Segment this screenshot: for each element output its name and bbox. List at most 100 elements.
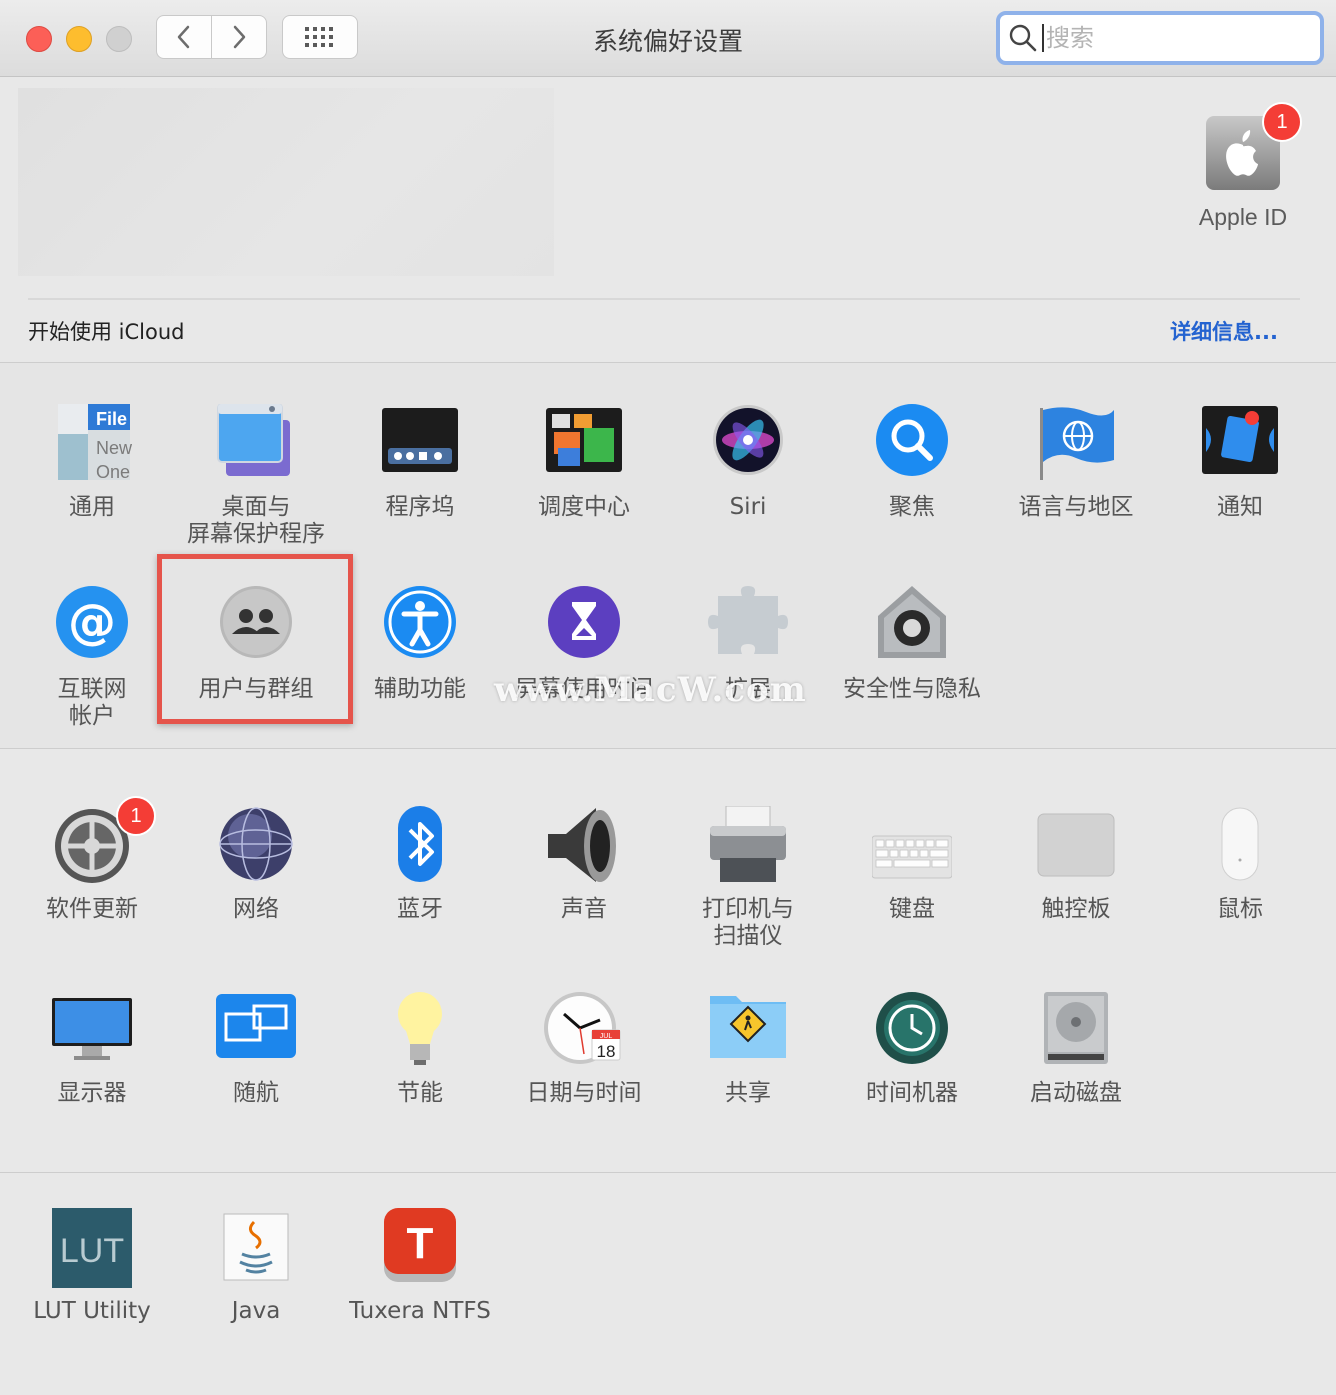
sound-icon — [544, 806, 624, 886]
pane-label: 时间机器 — [866, 1080, 958, 1106]
apple-logo-icon: 1 — [1206, 102, 1302, 190]
account-info-blurred — [18, 88, 554, 276]
apple-id-badge: 1 — [1262, 102, 1302, 142]
pane-mission-control[interactable]: 调度中心 — [502, 404, 666, 521]
pane-network[interactable]: 网络 — [174, 806, 338, 923]
pane-siri[interactable]: Siri — [666, 404, 830, 521]
svg-text:New: New — [96, 438, 132, 458]
pane-label: 软件更新 — [46, 896, 138, 922]
pane-general[interactable]: File New One 通用 — [10, 404, 174, 521]
pane-java[interactable]: Java — [174, 1208, 338, 1325]
pane-label: Tuxera NTFS — [349, 1298, 491, 1324]
date-time-icon: JUL 18 — [544, 990, 624, 1070]
pane-bluetooth[interactable]: 蓝牙 — [338, 806, 502, 923]
internet-accounts-icon: @ — [52, 586, 132, 666]
pane-label: 节能 — [397, 1080, 443, 1106]
pane-label: Java — [231, 1298, 281, 1324]
pane-label: 日期与时间 — [526, 1080, 642, 1106]
lut-utility-icon: LUT — [52, 1208, 132, 1288]
tuxera-ntfs-icon: T — [380, 1208, 460, 1288]
pane-keyboard[interactable]: 键盘 — [830, 806, 994, 923]
pane-label: Siri — [729, 494, 767, 520]
pane-label: 语言与地区 — [1018, 494, 1134, 520]
spotlight-icon — [872, 404, 952, 484]
bluetooth-icon — [380, 806, 460, 886]
pane-accessibility[interactable]: 辅助功能 — [338, 586, 502, 703]
minimize-button[interactable] — [66, 26, 92, 52]
pane-internet-accounts[interactable]: @ 互联网 帐户 — [10, 586, 174, 730]
siri-icon — [708, 404, 788, 484]
pane-spotlight[interactable]: 聚焦 — [830, 404, 994, 521]
general-icon: File New One — [52, 404, 133, 484]
displays-icon — [52, 990, 132, 1070]
details-link[interactable]: 详细信息... — [1170, 316, 1278, 346]
show-all-button[interactable] — [282, 15, 358, 59]
back-button[interactable] — [156, 15, 212, 59]
svg-text:One: One — [96, 462, 130, 482]
pane-label: 蓝牙 — [397, 896, 443, 922]
pane-printers-scanners[interactable]: 打印机与 扫描仪 — [666, 805, 830, 950]
pane-label: 声音 — [561, 896, 607, 922]
pane-dock[interactable]: 程序坞 — [338, 404, 502, 521]
pane-label: 程序坞 — [385, 494, 455, 520]
icloud-prompt: 开始使用 iCloud — [28, 320, 185, 344]
dock-icon — [380, 404, 460, 484]
pane-label: 调度中心 — [538, 494, 630, 520]
pane-label: 打印机与 扫描仪 — [702, 896, 794, 949]
pane-label: 互联网 帐户 — [57, 676, 127, 729]
language-region-icon — [1036, 404, 1116, 484]
pane-label: 安全性与隐私 — [843, 676, 981, 702]
pane-label: 显示器 — [57, 1080, 127, 1106]
java-icon — [216, 1208, 296, 1288]
close-button[interactable] — [26, 26, 52, 52]
pane-energy-saver[interactable]: 节能 — [338, 990, 502, 1107]
printers-scanners-icon — [708, 805, 788, 886]
pane-label: 随航 — [233, 1080, 279, 1106]
pane-label: 触控板 — [1041, 896, 1111, 922]
pane-date-time[interactable]: JUL 18 日期与时间 — [502, 990, 666, 1107]
search-input[interactable] — [1044, 24, 1306, 52]
pane-software-update[interactable]: 1 软件更新 — [10, 796, 174, 923]
pane-label: 辅助功能 — [374, 676, 466, 702]
title-bar: 系统偏好设置 — [0, 0, 1336, 77]
sharing-icon — [708, 990, 788, 1070]
security-privacy-icon — [872, 586, 952, 666]
pane-time-machine[interactable]: 时间机器 — [830, 990, 994, 1107]
pane-tuxera-ntfs[interactable]: T Tuxera NTFS — [338, 1208, 502, 1325]
highlight-box — [157, 554, 353, 724]
pane-desktop-screensaver[interactable]: 桌面与 屏幕保护程序 — [174, 403, 338, 548]
pane-sound[interactable]: 声音 — [502, 806, 666, 923]
network-icon — [216, 806, 296, 886]
pane-startup-disk[interactable]: 启动磁盘 — [994, 990, 1158, 1107]
pane-sidecar[interactable]: 随航 — [174, 990, 338, 1107]
mouse-icon — [1200, 806, 1280, 886]
notifications-icon — [1200, 404, 1280, 484]
trackpad-icon — [1036, 806, 1116, 886]
zoom-button[interactable] — [106, 26, 132, 52]
pane-language-region[interactable]: 语言与地区 — [994, 404, 1158, 521]
mission-control-icon — [544, 404, 624, 484]
chevron-right-icon — [233, 25, 246, 49]
pane-label: 桌面与 屏幕保护程序 — [187, 494, 325, 547]
grid-icon — [305, 27, 333, 47]
svg-text:File: File — [96, 409, 127, 429]
forward-button[interactable] — [211, 15, 267, 59]
software-update-icon: 1 — [52, 796, 156, 886]
divider — [28, 298, 1300, 300]
pane-security-privacy[interactable]: 安全性与隐私 — [830, 586, 994, 703]
pane-sharing[interactable]: 共享 — [666, 990, 830, 1107]
pane-displays[interactable]: 显示器 — [10, 990, 174, 1107]
chevron-left-icon — [177, 25, 190, 49]
software-update-badge: 1 — [116, 796, 156, 836]
accessibility-icon — [380, 586, 460, 666]
pane-label: 通知 — [1217, 494, 1263, 520]
pane-lut-utility[interactable]: LUT LUT Utility — [10, 1208, 174, 1325]
search-field[interactable] — [996, 11, 1324, 65]
pane-trackpad[interactable]: 触控板 — [994, 806, 1158, 923]
search-icon — [1009, 24, 1037, 52]
pane-notifications[interactable]: 通知 — [1158, 404, 1322, 521]
pane-mouse[interactable]: 鼠标 — [1158, 806, 1322, 923]
startup-disk-icon — [1036, 990, 1116, 1070]
apple-id-pane[interactable]: 1 Apple ID — [1176, 102, 1310, 231]
pane-label: 聚焦 — [889, 494, 935, 520]
